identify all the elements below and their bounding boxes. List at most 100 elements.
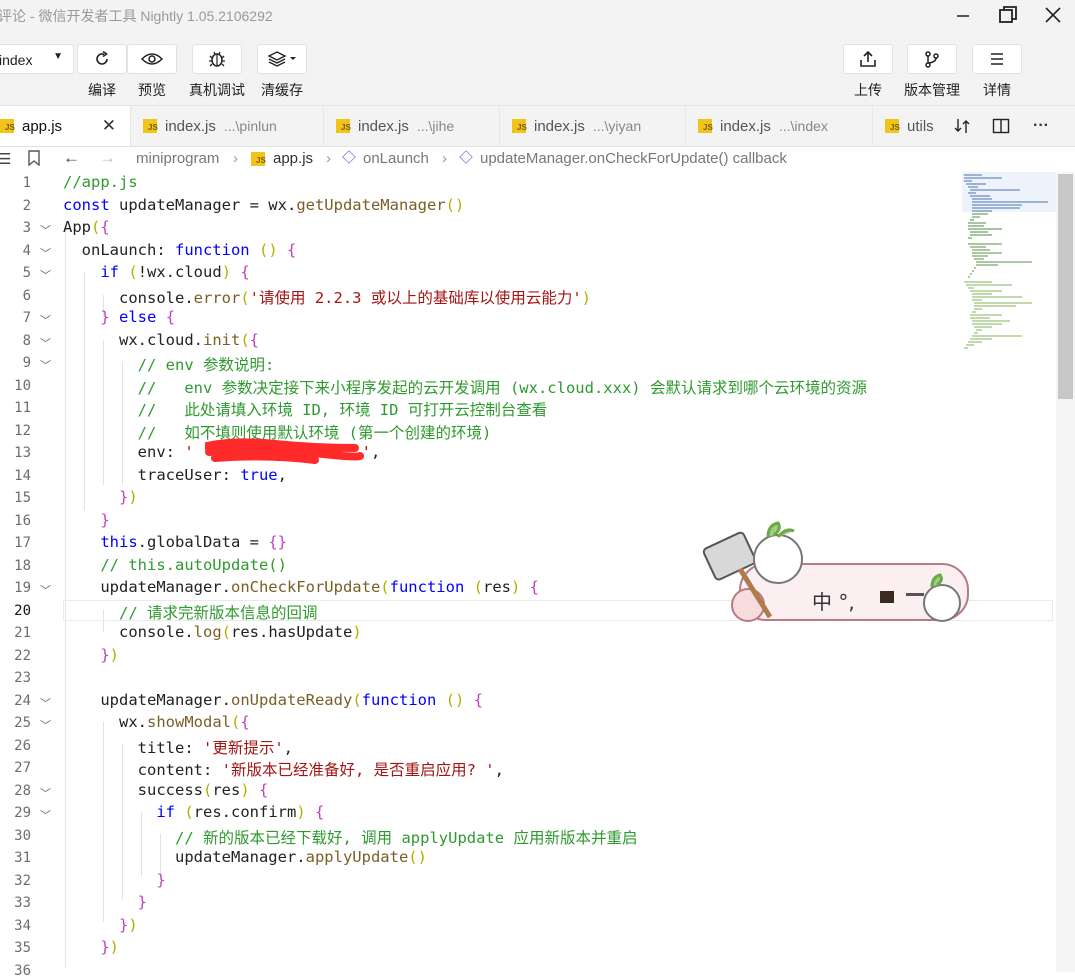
tab-index-jihe[interactable]: JS index.js ...\jihe [324,106,500,146]
code-line[interactable]: }) [63,488,138,506]
code-line[interactable]: updateManager.applyUpdate() [63,848,427,866]
line-number: 4 [22,243,31,259]
code-line[interactable]: success(res) { [63,781,269,799]
forward-arrow-icon[interactable]: → [99,148,116,168]
split-editor-icon[interactable] [989,114,1013,138]
tab-label: index.js [358,117,409,135]
compare-icon[interactable] [950,114,974,138]
minimize-icon[interactable] [940,0,986,30]
fold-chevron-icon[interactable]: ﹀ [40,582,51,598]
tab-utils[interactable]: JS utils [873,106,941,146]
fold-chevron-icon[interactable]: ﹀ [40,695,51,711]
code-line[interactable]: title: '更新提示', [63,736,293,758]
code-line[interactable]: console.log(res.hasUpdate) [63,623,362,641]
line-number: 36 [14,963,31,979]
code-line[interactable]: onLaunch: function () { [63,241,297,259]
fold-chevron-icon[interactable]: ﹀ [40,245,51,261]
code-line[interactable]: const updateManager = wx.getUpdateManage… [63,196,464,214]
code-line[interactable]: // 此处请填入环境 ID, 环境 ID 可打开云控制台查看 [63,398,548,420]
line-number: 30 [14,828,31,844]
code-line[interactable]: if (!wx.cloud) { [63,263,249,281]
code-line[interactable]: traceUser: true, [63,466,287,484]
js-file-icon: JS [512,119,527,133]
tab-label: index.js [534,117,585,135]
remote-debug-button[interactable] [192,44,242,74]
tab-index-index[interactable]: JS index.js ...\index [686,106,873,146]
line-number: 6 [22,288,31,304]
list-icon[interactable]: ☰ [0,150,11,168]
line-number: 32 [14,873,31,889]
code-line[interactable]: content: '新版本已经准备好, 是否重启应用? ', [63,758,504,780]
code-line[interactable]: // env 参数说明: [63,353,275,375]
compile-label: 编译 [88,82,116,98]
upload-button[interactable] [843,44,893,74]
breadcrumb-method[interactable]: onLaunch [342,150,429,167]
code-line[interactable]: } [63,893,147,911]
tab-path: ...\yiyan [592,118,642,134]
code-line[interactable]: updateManager.onCheckForUpdate(function … [63,578,539,596]
line-number: 8 [22,333,31,349]
line-number: 22 [14,648,31,664]
code-line[interactable]: }) [63,646,119,664]
details-button[interactable] [972,44,1022,74]
line-number: 13 [14,445,31,461]
vertical-scrollbar[interactable] [1056,172,1075,972]
bookmark-icon[interactable] [27,150,41,170]
maximize-icon[interactable] [985,0,1031,30]
code-line[interactable]: // env 参数决定接下来小程序发起的云开发调用 (wx.cloud.xxx)… [63,376,867,398]
code-line[interactable]: this.globalData = {} [63,533,287,551]
code-line[interactable]: } else { [63,308,175,326]
code-line[interactable]: App({ [63,218,110,236]
line-number: 10 [14,378,31,394]
fold-chevron-icon[interactable]: ﹀ [40,312,51,328]
code-line[interactable]: }) [63,916,138,934]
back-arrow-icon[interactable]: ← [63,148,80,168]
code-line[interactable]: }) [63,938,119,956]
chevron-right-icon: › [233,150,238,167]
tab-index-yiyan[interactable]: JS index.js ...\yiyan [500,106,686,146]
line-number: 28 [14,783,31,799]
fold-chevron-icon[interactable]: ﹀ [40,335,51,351]
breadcrumb: ☰ ← → miniprogram › JS app.js › onLaunch … [0,147,1075,172]
close-icon[interactable] [1030,0,1075,30]
code-line[interactable]: wx.cloud.init({ [63,331,259,349]
code-line[interactable]: updateManager.onUpdateReady(function () … [63,691,483,709]
preview-button[interactable] [127,44,177,74]
code-line[interactable]: if (res.confirm) { [63,803,324,821]
tab-index-pinlun[interactable]: JS index.js ...\pinlun [131,106,324,146]
code-line[interactable]: // 新的版本已经下载好, 调用 applyUpdate 应用新版本并重启 [63,826,637,848]
fold-chevron-icon[interactable]: ﹀ [40,267,51,283]
code-line[interactable]: } [63,511,109,529]
preview-label: 预览 [138,82,166,98]
page-select[interactable]: index ▼ [0,44,74,74]
fold-chevron-icon[interactable]: ﹀ [40,357,51,373]
scrollbar-thumb[interactable] [1058,174,1073,399]
code-line[interactable]: } [63,871,165,889]
js-file-icon: JS [251,152,266,166]
tab-label: index.js [165,117,216,135]
code-editor[interactable]: 1 2 3 4 5 6 7 8 9 10 11 12 13 14 15 16 1… [0,172,1075,979]
breadcrumb-folder[interactable]: miniprogram [136,150,219,167]
version-button[interactable] [907,44,957,74]
fold-chevron-icon[interactable]: ﹀ [40,717,51,733]
code-line[interactable]: wx.showModal({ [63,713,250,731]
code-line[interactable]: // this.autoUpdate() [63,556,287,574]
minimap[interactable] [962,172,1058,372]
close-icon[interactable]: ✕ [102,116,116,136]
breadcrumb-file[interactable]: JS app.js [251,150,313,167]
clear-cache-button[interactable] [257,44,307,74]
bug-icon [209,51,225,67]
compile-button[interactable] [77,44,127,74]
more-icon[interactable]: ··· [1029,114,1053,138]
tab-path: ...\index [778,118,828,134]
code-line[interactable]: //app.js [63,173,138,191]
line-number: 7 [22,310,31,326]
fold-chevron-icon[interactable]: ﹀ [40,785,51,801]
fold-chevron-icon[interactable]: ﹀ [40,807,51,823]
breadcrumb-callback[interactable]: updateManager.onCheckForUpdate() callbac… [459,150,787,167]
branch-icon [925,51,939,68]
tab-app-js[interactable]: JS app.js ✕ [0,106,131,146]
fold-chevron-icon[interactable]: ﹀ [40,222,51,238]
code-line[interactable]: // 请求完新版本信息的回调 [63,601,318,623]
code-line[interactable]: console.error('请使用 2.2.3 或以上的基础库以使用云能力') [63,286,591,308]
